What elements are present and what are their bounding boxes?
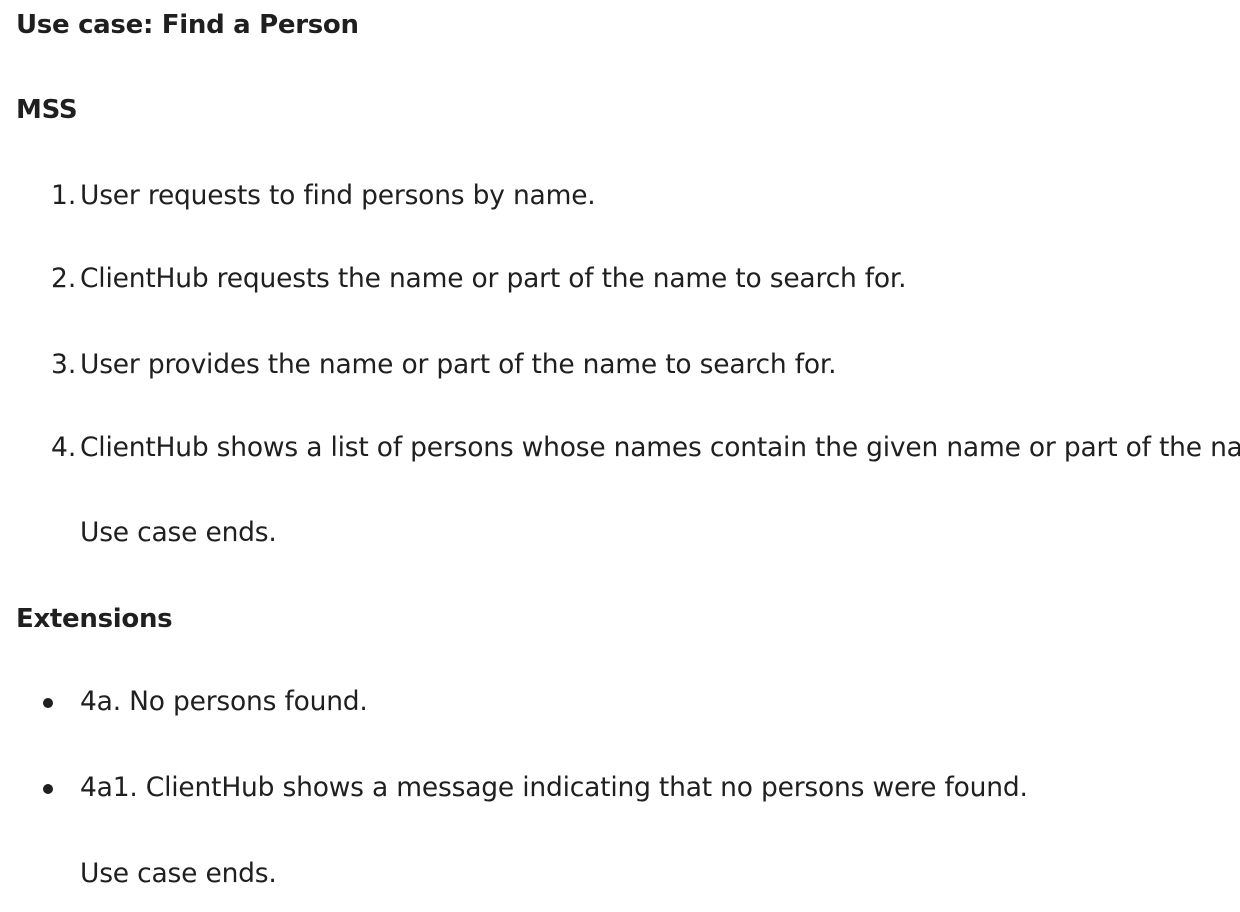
step-text: ClientHub shows a list of persons whose … [80, 432, 1240, 463]
use-case-document: Use case: Find a Person MSS 1. User requ… [0, 0, 1240, 912]
bullet-icon [43, 784, 53, 794]
extension-text: 4a1. ClientHub shows a message indicatin… [80, 772, 1028, 803]
extension-text: 4a. No persons found. [80, 686, 368, 717]
step-number: 4. [51, 432, 77, 463]
bullet-icon [43, 698, 53, 708]
step-number: 1. [51, 180, 77, 211]
mss-heading: MSS [16, 95, 78, 125]
step-text: User provides the name or part of the na… [80, 349, 837, 380]
extensions-heading: Extensions [16, 604, 173, 634]
step-text: User requests to find persons by name. [80, 180, 596, 211]
use-case-title: Use case: Find a Person [16, 10, 359, 40]
step-number: 2. [51, 263, 77, 294]
mss-end-note: Use case ends. [80, 517, 277, 548]
step-number: 3. [51, 349, 77, 380]
extensions-end-note: Use case ends. [80, 858, 277, 889]
step-text: ClientHub requests the name or part of t… [80, 263, 907, 294]
